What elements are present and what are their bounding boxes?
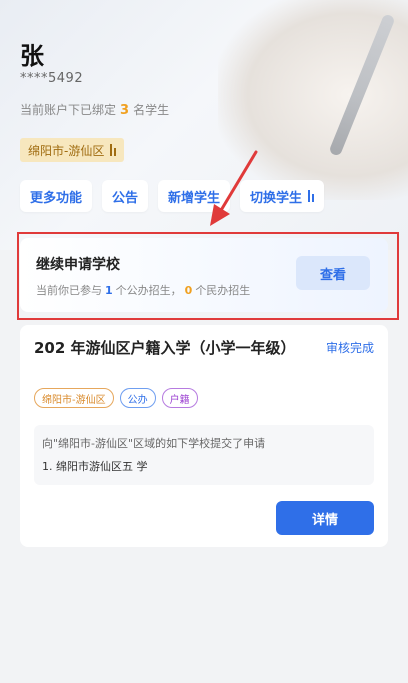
view-button[interactable]: 查看 <box>296 256 370 290</box>
bind-suffix: 名学生 <box>133 103 170 117</box>
detail-button[interactable]: 详情 <box>276 501 374 535</box>
bind-info: 当前账户下已绑定 3 名学生 <box>20 101 169 118</box>
continue-apply-title: 继续申请学校 <box>36 257 120 273</box>
bind-prefix: 当前账户下已绑定 <box>20 103 117 117</box>
summary-mid: 个公办招生， <box>115 284 182 297</box>
switch-student-label: 切换学生 <box>250 190 303 206</box>
application-card: 202 年游仙区户籍入学（小学一年级） 审核完成 绵阳市-游仙区 公办 户籍 向… <box>20 325 388 547</box>
summary-prefix: 当前你已参与 <box>36 284 102 297</box>
action-bar: 更多功能 公告 新增学生 切换学生 <box>20 180 325 212</box>
switch-student-button[interactable]: 切换学生 <box>240 180 325 212</box>
add-student-label: 新增学生 <box>168 190 221 206</box>
region-selector[interactable]: 绵阳市-游仙区 <box>20 138 125 162</box>
tag-public: 公办 <box>119 388 156 408</box>
tag-household: 户籍 <box>161 388 198 408</box>
notice-button[interactable]: 公告 <box>102 180 149 212</box>
school-list-description: 向"绵阳市-游仙区"区域的如下学校提交了申请 <box>42 437 266 450</box>
school-list-item: 1. 绵阳市游仙区五 学 <box>42 460 148 473</box>
swap-icon <box>308 190 315 202</box>
application-title: 202 年游仙区户籍入学（小学一年级） <box>34 339 296 357</box>
add-student-button[interactable]: 新增学生 <box>158 180 231 212</box>
bind-count: 3 <box>120 103 130 118</box>
tag-region: 绵阳市-游仙区 <box>34 388 114 408</box>
user-phone: ****5492 <box>20 71 84 86</box>
application-tags: 绵阳市-游仙区 公办 户籍 <box>34 388 198 408</box>
user-name: 张 <box>20 42 44 70</box>
swap-icon <box>110 144 117 156</box>
summary-suffix: 个民办招生 <box>195 284 251 297</box>
school-list-box: 向"绵阳市-游仙区"区域的如下学校提交了申请 1. 绵阳市游仙区五 学 <box>34 425 374 485</box>
header-background <box>0 0 408 250</box>
region-label: 绵阳市-游仙区 <box>28 143 105 158</box>
continue-apply-summary: 当前你已参与 1 个公办招生， 0 个民办招生 <box>36 282 250 298</box>
public-count: 1 <box>105 284 113 297</box>
more-functions-button[interactable]: 更多功能 <box>20 180 93 212</box>
continue-apply-card: 继续申请学校 当前你已参与 1 个公办招生， 0 个民办招生 查看 <box>20 238 388 312</box>
notice-label: 公告 <box>112 190 139 206</box>
private-count: 0 <box>184 284 193 297</box>
more-functions-label: 更多功能 <box>30 190 83 206</box>
application-status: 审核完成 <box>325 341 374 355</box>
